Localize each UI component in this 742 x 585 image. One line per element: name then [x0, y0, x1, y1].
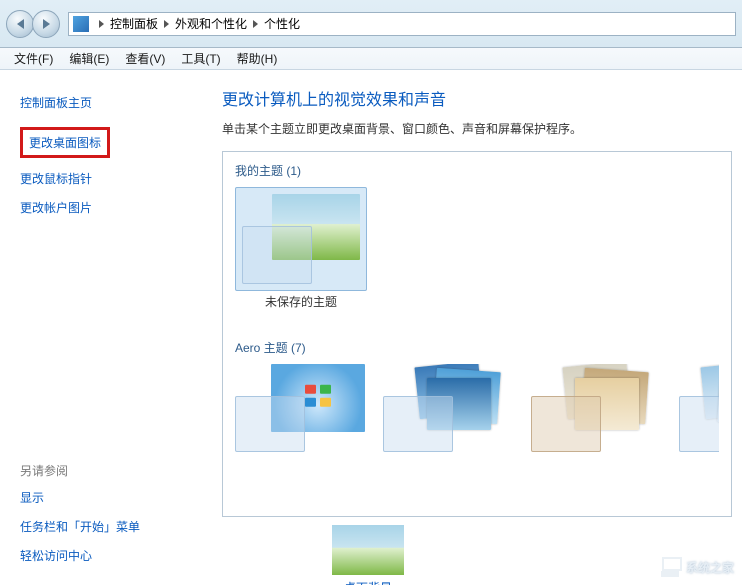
themes-list-box: 我的主题 (1) 未保存的主题 Aero 主题 (7) [222, 151, 732, 517]
theme-item-unsaved[interactable]: 未保存的主题 [235, 187, 367, 310]
sidebar-link-account-picture[interactable]: 更改帐户图片 [20, 193, 210, 222]
section-my-themes: 我的主题 (1) [235, 162, 719, 179]
see-also-taskbar[interactable]: 任务栏和「开始」菜单 [20, 512, 210, 541]
control-panel-icon [73, 16, 89, 32]
highlight-annotation: 更改桌面图标 [20, 127, 110, 158]
desktop-bg-label: 桌面背景 [344, 579, 392, 585]
watermark: 系统之家 [658, 557, 734, 577]
window-color-icon [242, 226, 312, 284]
forward-button[interactable] [32, 10, 60, 38]
theme-thumbnail [235, 187, 367, 291]
wallpaper-icon [332, 525, 404, 575]
breadcrumb-item[interactable]: 个性化 [264, 15, 300, 32]
page-subtitle: 单击某个主题立即更改桌面背景、窗口颜色、声音和屏幕保护程序。 [222, 120, 732, 137]
menu-view[interactable]: 查看(V) [117, 48, 173, 69]
page-title: 更改计算机上的视觉效果和声音 [222, 86, 732, 110]
watermark-text: 系统之家 [686, 559, 734, 576]
arrow-left-icon [17, 19, 24, 29]
window-color-icon [531, 396, 601, 452]
theme-item-aero[interactable] [679, 364, 719, 452]
menu-bar: 文件(F) 编辑(E) 查看(V) 工具(T) 帮助(H) [0, 48, 742, 70]
window-color-icon [383, 396, 453, 452]
aero-themes-row [235, 364, 719, 452]
main-content: 更改计算机上的视觉效果和声音 单击某个主题立即更改桌面背景、窗口颜色、声音和屏幕… [210, 70, 742, 585]
theme-item-aero[interactable] [235, 364, 365, 452]
breadcrumb-item[interactable]: 控制面板 [110, 15, 158, 32]
menu-file[interactable]: 文件(F) [6, 48, 61, 69]
address-bar[interactable]: 控制面板 外观和个性化 个性化 [68, 12, 736, 36]
menu-edit[interactable]: 编辑(E) [61, 48, 117, 69]
theme-item-aero[interactable] [383, 364, 513, 452]
chevron-right-icon [164, 20, 169, 28]
desktop-background-button[interactable]: 桌面背景 9764 [308, 525, 428, 585]
theme-item-aero[interactable] [531, 364, 661, 452]
back-button[interactable] [6, 10, 34, 38]
chevron-right-icon [253, 20, 258, 28]
chevron-right-icon [99, 20, 104, 28]
see-also-header: 另请参阅 [20, 462, 210, 479]
theme-name: 未保存的主题 [235, 293, 367, 310]
sidebar: 控制面板主页 更改桌面图标 更改鼠标指针 更改帐户图片 另请参阅 显示 任务栏和… [0, 70, 210, 585]
menu-tools[interactable]: 工具(T) [173, 48, 228, 69]
nav-buttons [6, 10, 60, 38]
house-icon [658, 557, 682, 577]
menu-help[interactable]: 帮助(H) [229, 48, 286, 69]
window-color-icon [235, 396, 305, 452]
window-color-icon [679, 396, 719, 452]
arrow-right-icon [43, 19, 50, 29]
see-also-display[interactable]: 显示 [20, 483, 210, 512]
sidebar-home-link[interactable]: 控制面板主页 [20, 88, 210, 117]
windows-logo-icon [305, 385, 331, 407]
see-also-ease[interactable]: 轻松访问中心 [20, 541, 210, 570]
window-titlebar: 控制面板 外观和个性化 个性化 [0, 0, 742, 48]
breadcrumb-item[interactable]: 外观和个性化 [175, 15, 247, 32]
sidebar-link-mouse-pointers[interactable]: 更改鼠标指针 [20, 164, 210, 193]
section-aero-themes: Aero 主题 (7) [235, 339, 719, 356]
sidebar-link-desktop-icons[interactable]: 更改桌面图标 [29, 134, 101, 151]
